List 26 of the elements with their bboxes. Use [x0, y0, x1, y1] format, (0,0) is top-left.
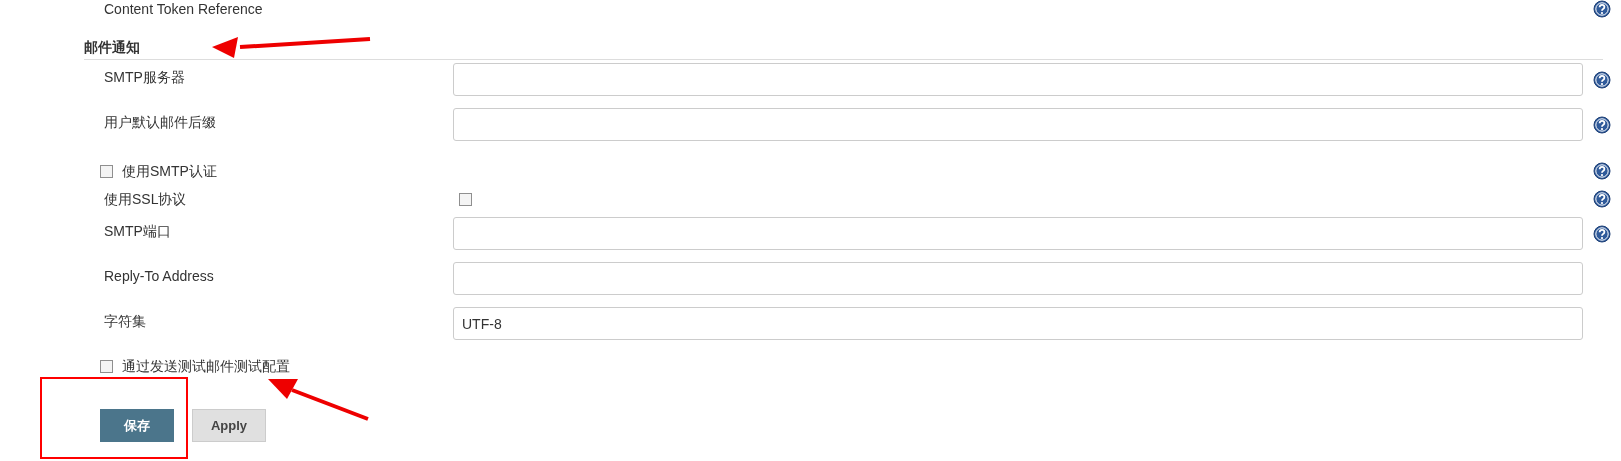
help-icon[interactable] — [1593, 190, 1611, 208]
section-title: 邮件通知 — [84, 38, 140, 57]
text-field[interactable] — [453, 217, 1583, 250]
field-label: Content Token Reference — [103, 0, 264, 19]
text-field[interactable] — [453, 63, 1583, 96]
field-label: SMTP服务器 — [103, 68, 186, 87]
field-label: 字符集 — [103, 312, 147, 331]
checkbox[interactable] — [459, 192, 472, 206]
checkbox[interactable] — [100, 164, 113, 178]
text-field[interactable]: UTF-8 — [453, 307, 1583, 340]
field-label: Reply-To Address — [103, 267, 215, 286]
help-icon[interactable] — [1593, 224, 1611, 243]
checkbox[interactable] — [100, 359, 113, 373]
save-button[interactable]: 保存 — [100, 409, 174, 442]
field-label: SMTP端口 — [103, 222, 172, 241]
checkbox-label: 通过发送测试邮件测试配置 — [122, 356, 290, 376]
text-field[interactable] — [453, 108, 1583, 141]
apply-button[interactable]: Apply — [192, 409, 266, 442]
help-icon[interactable] — [1593, 0, 1611, 18]
text-field[interactable] — [453, 262, 1583, 295]
field-label: 使用SSL协议 — [103, 189, 188, 209]
field-label: 用户默认邮件后缀 — [103, 113, 217, 132]
checkbox-label: 使用SMTP认证 — [122, 161, 217, 181]
help-icon[interactable] — [1593, 115, 1611, 134]
help-icon[interactable] — [1593, 70, 1611, 89]
help-icon[interactable] — [1593, 162, 1611, 180]
